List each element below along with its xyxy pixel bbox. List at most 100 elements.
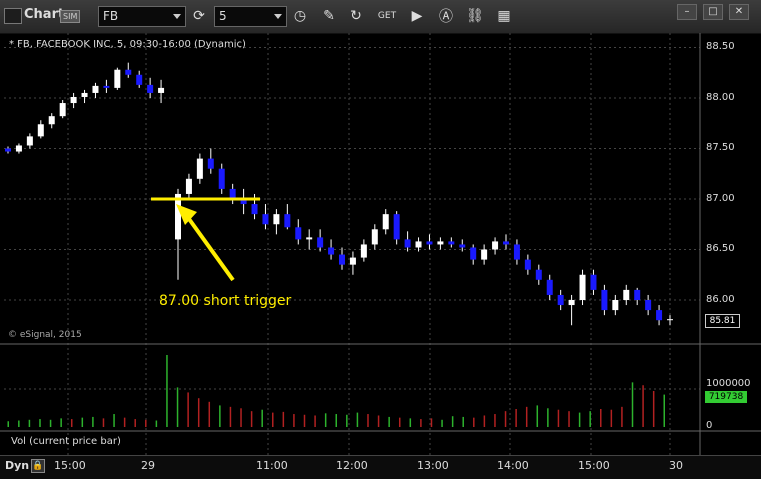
volume-bar [578,412,581,427]
dynamic-mode-label[interactable]: Dyn [5,459,29,472]
volume-bar [28,419,31,427]
volume-bar [642,385,644,427]
candle-body [295,227,302,240]
candle-body [15,145,22,152]
volume-bar [430,418,433,427]
candle-body [513,244,520,260]
volume-bar [314,415,316,427]
candle-body [229,188,236,199]
volume-bar [208,401,211,427]
current-volume-tag: 719738 [705,391,747,403]
candle-body [196,158,203,179]
candle-body [185,178,192,194]
candle-body [251,204,258,215]
candle-body [125,69,132,75]
candle-body [273,214,280,225]
time-tick: 14:00 [497,459,529,472]
volume-bar [102,418,105,427]
volume-bar [60,418,62,427]
candle-body [371,229,378,245]
volume-bar [441,419,443,427]
candle-body [48,116,55,125]
volume-bar [663,394,665,427]
candle-body [459,244,466,248]
volume-bar [272,412,274,427]
candle-body [360,244,367,258]
volume-bar [197,398,200,427]
candle-body [623,289,630,300]
volume-bar [134,419,136,427]
volume-bar [81,417,84,427]
volume-bar [250,411,253,427]
volume-bar [356,412,359,427]
volume-bar [335,414,337,427]
volume-bar [398,417,401,427]
candle-body [590,274,597,290]
volume-bar [155,420,158,427]
candle-body [656,310,663,321]
current-price-tag: 85.81 [705,314,740,328]
candle-body [546,279,553,295]
volume-bar [547,408,549,427]
candle-body [317,237,324,248]
price-tick: 88.50 [706,41,735,52]
time-tick: 11:00 [256,459,288,472]
volume-bar [293,414,295,427]
price-chart[interactable] [0,0,761,478]
volume-bar [388,416,390,427]
candle-body [328,247,335,255]
candle-body [262,214,269,225]
candle-body [535,269,542,280]
volume-bar [240,408,242,427]
volume-bar [589,411,591,427]
volume-bar [504,411,507,427]
volume-bar [483,415,486,427]
candle-body [37,124,44,137]
candle-body [158,87,165,93]
candle-body [557,294,564,306]
volume-bar [631,382,634,427]
candle-body [306,237,313,240]
volume-tick: 1000000 [706,378,751,389]
candle-body [26,136,33,146]
price-tick: 87.00 [706,193,735,204]
candle-body [81,92,88,97]
chart-header: * FB, FACEBOOK INC, 5, 09:30-16:00 (Dyna… [9,39,246,50]
volume-bar [92,416,94,427]
candle-body [136,74,143,85]
volume-bar [113,414,115,427]
candle-body [448,241,455,245]
candle-body [393,214,400,240]
candle-body [103,85,110,88]
volume-bar [515,409,517,427]
volume-bar [176,387,179,427]
volume-bar [70,419,73,427]
volume-bar [621,406,623,427]
time-tick: 15:00 [578,459,610,472]
volume-bar [568,411,570,427]
lock-icon[interactable]: 🔒 [31,459,45,473]
candle-body [437,241,444,245]
candle-body [503,241,509,245]
candle-body [349,257,356,265]
candles [5,62,673,326]
volume-bars [7,355,665,427]
volume-bar [600,409,602,427]
volume-study-label: Vol (current price bar) [11,436,121,447]
candle-body [481,249,488,260]
volume-bar [377,415,380,427]
volume-bar [557,409,560,427]
candle-body [207,158,214,169]
candle-body [382,214,389,230]
candle-body [415,241,422,248]
volume-bar [367,414,369,427]
volume-bar [229,406,232,427]
price-tick: 87.50 [706,142,735,153]
candle-body [175,193,181,240]
volume-bar [7,421,9,427]
volume-bar [303,414,306,427]
volume-bar [219,405,221,427]
time-tick: 30 [669,459,683,472]
copyright-watermark: © eSignal, 2015 [8,330,82,340]
candle-body [70,96,77,104]
